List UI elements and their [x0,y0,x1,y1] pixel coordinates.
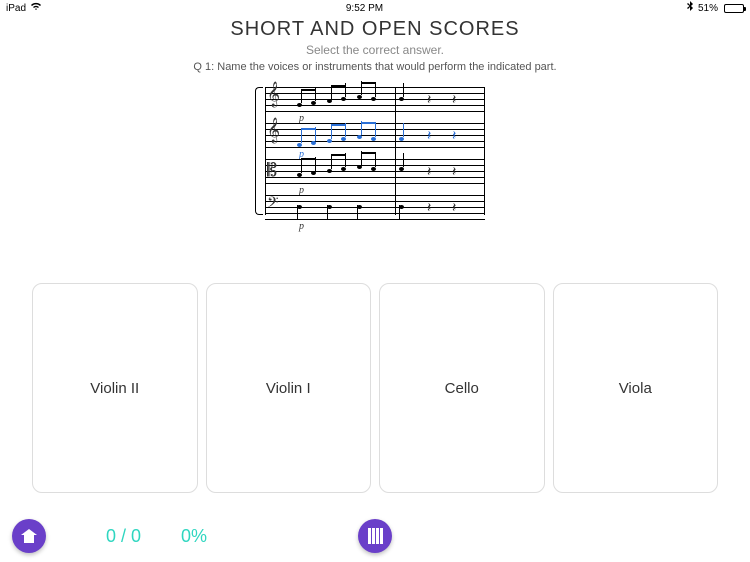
page-subtitle: Select the correct answer. [0,43,750,57]
bottom-bar: 0 / 0 0% [0,516,750,556]
battery-icon [722,4,744,13]
answer-grid: Violin II Violin I Cello Viola [32,283,718,493]
piano-button[interactable] [358,519,392,553]
home-icon [21,529,37,543]
percent-counter: 0% [181,526,207,547]
answer-label: Violin II [90,380,139,397]
answer-label: Cello [445,380,479,397]
answer-card-1[interactable]: Violin II [32,283,198,493]
answer-card-3[interactable]: Cello [379,283,545,493]
page-title: SHORT AND OPEN SCORES [0,18,750,41]
staff-1: 𝄞 p 𝄽 𝄽 [265,87,485,115]
answer-label: Violin I [266,380,311,397]
answer-card-4[interactable]: Viola [553,283,719,493]
clock: 9:52 PM [346,3,383,14]
score-excerpt: 𝄞 p 𝄽 𝄽 [0,87,750,231]
staff-4: 𝄢 p 𝄽 𝄽 [265,195,485,223]
header: SHORT AND OPEN SCORES Select the correct… [0,18,750,73]
home-button[interactable] [12,519,46,553]
staff-2-highlighted: 𝄞 p 𝄽 𝄽 [265,123,485,151]
wifi-icon [30,2,42,14]
staff-3: 𝄡 p 𝄽 𝄽 [265,159,485,187]
bluetooth-icon [687,1,694,15]
piano-icon [368,528,383,544]
question-text: Q 1: Name the voices or instruments that… [0,61,750,73]
answer-label: Viola [619,380,652,397]
score-counter: 0 / 0 [106,526,141,547]
answer-card-2[interactable]: Violin I [206,283,372,493]
device-label: iPad [6,3,26,14]
status-bar: iPad 9:52 PM 51% [0,0,750,16]
battery-pct: 51% [698,3,718,14]
